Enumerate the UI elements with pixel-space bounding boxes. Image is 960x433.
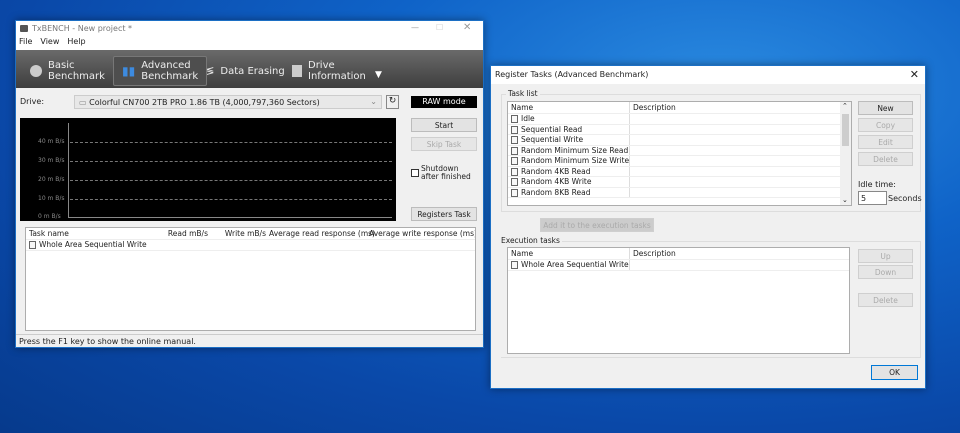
chart-x-axis	[68, 217, 392, 218]
execution-task-list[interactable]: Name Description Whole Area Sequential Wr…	[507, 247, 850, 354]
y-tick: 20 m B/s	[38, 176, 65, 183]
list-item[interactable]: Random Minimum Size Write	[508, 156, 851, 167]
idle-time-input[interactable]: 5	[858, 191, 887, 205]
col-read: Read mB/s	[167, 229, 208, 238]
y-tick: 10 m B/s	[38, 195, 65, 202]
up-button[interactable]: Up	[858, 249, 913, 263]
table-header: Task name Read mB/s Write mB/s Average r…	[26, 228, 475, 240]
list-item[interactable]: Random 4KB Read	[508, 166, 851, 177]
close-button[interactable]: ✕	[910, 68, 919, 81]
task-icon	[511, 167, 518, 176]
shutdown-checkbox[interactable]	[411, 169, 419, 177]
register-tasks-dialog: Register Tasks (Advanced Benchmark) ✕ Ta…	[490, 65, 926, 389]
down-button[interactable]: Down	[858, 265, 913, 279]
maximize-button[interactable]: ☐	[436, 23, 443, 32]
app-icon	[20, 25, 28, 32]
scroll-thumb[interactable]	[842, 114, 849, 146]
more-tabs-dropdown[interactable]: ▼	[375, 70, 382, 80]
list-item[interactable]: Random 4KB Write	[508, 177, 851, 188]
tab-data-erasing[interactable]: ≶ Data Erasing	[198, 56, 293, 86]
window-title: TxBENCH - New project *	[32, 24, 133, 33]
menu-view[interactable]: View	[40, 37, 59, 50]
task-icon	[511, 178, 518, 186]
toolbar: Basic Benchmark ▮▮ Advanced Benchmark ≶ Data…	[16, 50, 483, 88]
y-tick: 40 m B/s	[38, 138, 65, 145]
delete-execution-button[interactable]: Delete	[858, 293, 913, 307]
start-button[interactable]: Start	[411, 118, 477, 132]
refresh-button[interactable]: ↻	[386, 95, 399, 109]
list-item[interactable]: Random Minimum Size Read	[508, 145, 851, 156]
list-item[interactable]: Whole Area Sequential Write	[508, 260, 849, 271]
y-tick: 30 m B/s	[38, 157, 65, 164]
task-icon	[511, 146, 518, 155]
scroll-down-icon[interactable]: ⌄	[842, 196, 848, 204]
col-avg-read: Average read response (ms)	[269, 229, 375, 238]
raw-mode-indicator: RAW mode	[411, 96, 477, 108]
task-icon	[511, 136, 518, 144]
chevron-down-icon: ⌄	[370, 97, 377, 106]
list-item[interactable]: Random 8KB Read	[508, 187, 851, 198]
task-icon	[511, 157, 518, 165]
copy-button[interactable]: Copy	[858, 118, 913, 132]
y-tick: 0 m B/s	[38, 213, 61, 220]
drive-select[interactable]: ▭ Colorful CN700 2TB PRO 1.86 TB (4,000,…	[74, 95, 382, 109]
col-write: Write mB/s	[224, 229, 266, 238]
drive-icon: ▭	[79, 98, 90, 107]
menu-help[interactable]: Help	[67, 37, 85, 50]
task-icon	[29, 241, 36, 249]
shutdown-label: Shutdown after finished	[421, 164, 471, 181]
drive-label: Drive:	[20, 97, 45, 106]
gridline	[70, 180, 392, 181]
task-icon	[511, 125, 518, 134]
execution-tasks-label: Execution tasks	[499, 236, 562, 245]
seconds-label: Seconds	[888, 194, 922, 203]
table-row[interactable]: Whole Area Sequential Write	[26, 240, 475, 251]
task-icon	[511, 261, 518, 269]
dialog-title-bar: Register Tasks (Advanced Benchmark) ✕	[491, 66, 925, 84]
tab-basic-benchmark[interactable]: Basic Benchmark	[22, 56, 113, 86]
tab-advanced-benchmark[interactable]: ▮▮ Advanced Benchmark	[113, 56, 208, 86]
task-list[interactable]: Name Description Idle Sequential Read Seque…	[507, 101, 852, 206]
list-header: Name Description	[508, 102, 851, 114]
task-icon	[511, 115, 518, 123]
speed-chart: 40 m B/s 30 m B/s 20 m B/s 10 m B/s 0 m …	[20, 118, 396, 221]
menu-file[interactable]: File	[19, 37, 32, 50]
results-table: Task name Read mB/s Write mB/s Average r…	[25, 227, 476, 331]
menu-bar: File View Help	[16, 37, 483, 50]
title-bar: TxBENCH - New project * — ☐ ✕	[16, 21, 483, 37]
dialog-title: Register Tasks (Advanced Benchmark)	[495, 70, 649, 79]
list-item[interactable]: Sequential Read	[508, 124, 851, 135]
bar-chart-icon: ▮▮	[122, 63, 136, 78]
skip-task-button[interactable]: Skip Task	[411, 137, 477, 151]
txbench-window: TxBENCH - New project * — ☐ ✕ File View …	[15, 20, 484, 348]
list-header: Name Description	[508, 248, 849, 260]
stopwatch-icon	[30, 65, 42, 77]
list-item[interactable]: Sequential Write	[508, 135, 851, 146]
status-bar: Press the F1 key to show the online manu…	[16, 334, 483, 348]
gridline	[70, 142, 392, 143]
status-text: Press the F1 key to show the online manu…	[19, 337, 196, 346]
gridline	[70, 199, 392, 200]
scroll-up-icon[interactable]: ⌃	[842, 102, 848, 110]
scrollbar[interactable]: ⌃ ⌄	[840, 102, 851, 205]
tab-drive-information[interactable]: Drive Information	[284, 56, 374, 86]
close-button[interactable]: ✕	[463, 22, 471, 33]
idle-time-label: Idle time:	[858, 180, 896, 189]
edit-button[interactable]: Edit	[858, 135, 913, 149]
minimize-button[interactable]: —	[411, 23, 419, 32]
delete-button[interactable]: Delete	[858, 152, 913, 166]
gridline	[70, 161, 392, 162]
col-task-name: Task name	[29, 229, 69, 238]
eraser-icon: ≶	[206, 65, 215, 77]
new-button[interactable]: New	[858, 101, 913, 115]
registers-task-button[interactable]: Registers Task	[411, 207, 477, 221]
task-icon	[511, 188, 518, 197]
task-list-label: Task list	[506, 89, 540, 98]
ok-button[interactable]: OK	[871, 365, 918, 380]
list-item[interactable]: Idle	[508, 114, 851, 125]
chart-y-axis	[68, 123, 69, 218]
drive-icon	[292, 65, 302, 77]
add-to-execution-button[interactable]: Add it to the execution tasks	[540, 218, 654, 232]
col-avg-write: Average write response (ms)	[369, 229, 476, 238]
